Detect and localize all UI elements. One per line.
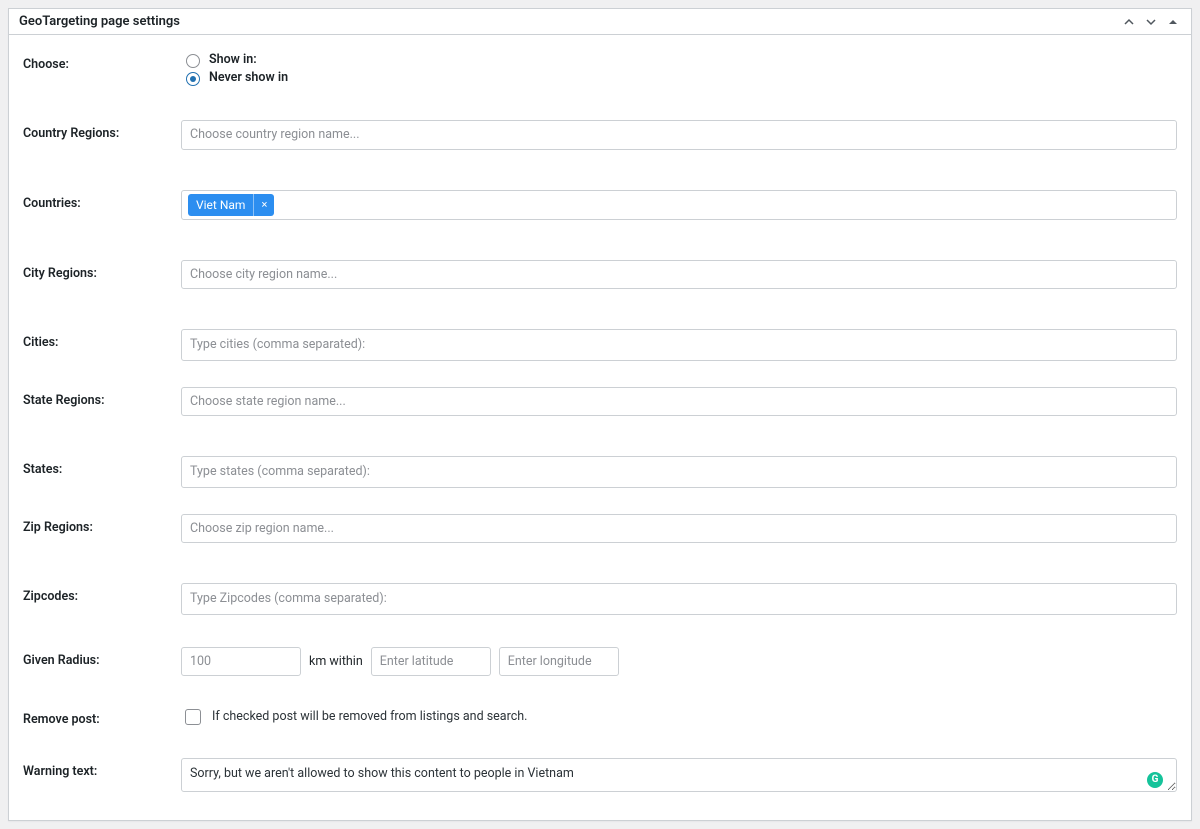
radius-value-input[interactable] [181,647,301,676]
label-choose: Choose: [23,51,181,72]
panel-toggle-icon[interactable] [1165,14,1181,30]
state-regions-placeholder: Choose state region name... [188,391,348,413]
radio-show-in[interactable] [186,54,200,68]
remove-post-description: If checked post will be removed from lis… [212,709,527,724]
label-states: States: [23,456,181,477]
row-choose: Choose: Show in: Never show in [23,45,1177,92]
panel-title: GeoTargeting page settings [19,14,180,29]
remove-post-checkbox[interactable] [185,709,201,725]
states-input[interactable] [181,456,1177,488]
label-state-regions: State Regions: [23,387,181,408]
row-zipcodes: Zipcodes: [23,577,1177,621]
city-regions-placeholder: Choose city region name... [188,264,339,286]
choose-radios: Show in: Never show in [181,51,1177,86]
geotargeting-settings-panel: GeoTargeting page settings Choose: Show … [8,8,1192,821]
country-regions-placeholder: Choose country region name... [188,124,362,146]
latitude-input[interactable] [371,647,491,676]
label-city-regions: City Regions: [23,260,181,281]
country-tag-label: Viet Nam [188,194,253,216]
row-countries: Countries: Viet Nam × [23,184,1177,226]
radius-unit-label: km within [309,654,363,669]
row-warning-text: Warning text: G [23,752,1177,802]
label-cities: Cities: [23,329,181,350]
label-country-regions: Country Regions: [23,120,181,141]
row-country-regions: Country Regions: Choose country region n… [23,114,1177,156]
label-remove-post: Remove post: [23,706,181,727]
radio-show-in-text: Show in: [209,51,257,69]
longitude-input[interactable] [499,647,619,676]
country-tag-remove-icon[interactable]: × [253,194,274,216]
countries-input[interactable]: Viet Nam × [181,190,1177,220]
zipcodes-input[interactable] [181,583,1177,615]
radio-show-in-label[interactable]: Show in: [181,51,1177,69]
radio-never-show-in-label[interactable]: Never show in [181,69,1177,87]
warning-text-input[interactable] [181,758,1177,792]
row-given-radius: Given Radius: km within [23,641,1177,682]
label-zipcodes: Zipcodes: [23,583,181,604]
zip-regions-placeholder: Choose zip region name... [188,518,336,540]
country-tag: Viet Nam × [188,194,274,216]
row-state-regions: State Regions: Choose state region name.… [23,381,1177,423]
panel-move-down-icon[interactable] [1143,14,1159,30]
label-given-radius: Given Radius: [23,647,181,668]
city-regions-input[interactable]: Choose city region name... [181,260,1177,290]
label-warning-text: Warning text: [23,758,181,779]
row-states: States: [23,450,1177,494]
zip-regions-input[interactable]: Choose zip region name... [181,514,1177,544]
cities-input[interactable] [181,329,1177,361]
panel-body: Choose: Show in: Never show in Country R… [9,35,1191,820]
state-regions-input[interactable]: Choose state region name... [181,387,1177,417]
panel-controls [1121,14,1181,30]
radio-never-show-in-text: Never show in [209,69,288,87]
panel-move-up-icon[interactable] [1121,14,1137,30]
row-remove-post: Remove post: If checked post will be rem… [23,700,1177,734]
country-regions-input[interactable]: Choose country region name... [181,120,1177,150]
label-countries: Countries: [23,190,181,211]
row-cities: Cities: [23,323,1177,367]
label-zip-regions: Zip Regions: [23,514,181,535]
row-zip-regions: Zip Regions: Choose zip region name... [23,508,1177,550]
radio-never-show-in[interactable] [186,72,200,86]
panel-header: GeoTargeting page settings [9,9,1191,35]
row-city-regions: City Regions: Choose city region name... [23,254,1177,296]
